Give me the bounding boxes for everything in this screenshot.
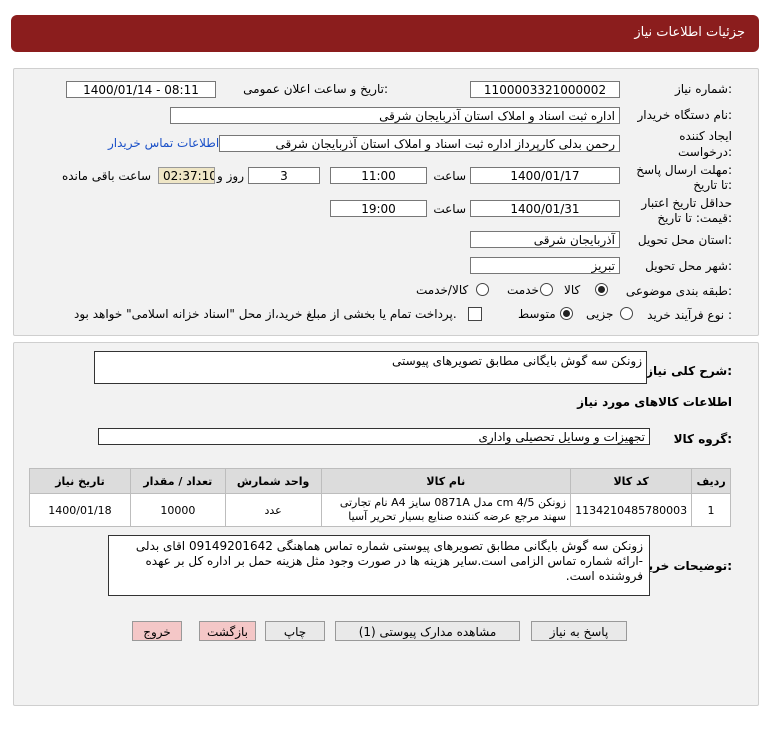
col-name: نام کالا [320,468,572,494]
cell-code: 1134210485780003 [570,493,693,527]
col-row: ردیف [691,468,731,494]
cell-unit: عدد [224,493,322,527]
province-field: آذربایجان شرقی [470,231,620,248]
back-button[interactable]: بازگشت [199,621,256,641]
validity-label-2: قیمت: تا تاریخ: [657,211,732,225]
category-radio-goods[interactable] [595,283,608,296]
category-label: طبقه بندی موضوعی: [625,284,732,298]
need-number-field: 1100003321000002 [470,81,620,98]
process-option-medium: متوسط [518,307,556,321]
deadline-date-field: 1400/01/17 [470,167,620,184]
col-date: تاریخ نیاز [29,468,131,494]
validity-label-1: حداقل تاریخ اعتبار [641,196,732,210]
buyer-org-label: نام دستگاه خریدار: [637,108,733,122]
process-option-minor: جزیی [586,307,614,321]
category-option-goods-service: کالا/خدمت [416,283,469,297]
col-unit: واحد شمارش [224,468,322,494]
page-header: جزئیات اطلاعات نیاز [11,15,759,52]
creator-label-1: ایجاد کننده [679,129,732,143]
goods-section-title: اطلاعات کالاهای مورد نیاز [577,395,732,409]
treasury-checkbox[interactable] [468,307,482,321]
deadline-time-field: 11:00 [330,167,427,184]
col-qty: تعداد / مقدار [129,468,226,494]
goods-group-label: گروه کالا: [673,432,732,446]
remaining-time-field: 02:37:10 [158,167,215,184]
creator-field: رحمن بدلی کارپرداز اداره ثبت اسناد و امل… [219,135,620,152]
process-label: نوع فرآیند خرید : [647,308,732,322]
process-radio-minor[interactable] [620,307,633,320]
cell-row: 1 [691,493,731,527]
province-label: استان محل تحویل: [637,233,732,247]
cell-date: 1400/01/18 [29,493,131,527]
validity-time-label: ساعت [433,202,466,216]
deadline-time-label: ساعت [433,169,466,183]
category-option-service: خدمت [507,283,539,297]
remaining-label: ساعت باقی مانده [61,169,151,183]
goods-group-field: تجهیزات و وسایل تحصیلی واداری [98,428,650,445]
buyer-notes-field: زونکن سه گوش بایگانی مطابق تصویرهای پیوس… [108,535,650,596]
announce-label: تاریخ و ساعت اعلان عمومی: [243,82,388,96]
deadline-label-2: تا تاریخ: [693,178,732,192]
reply-button[interactable]: پاسخ به نیاز [531,621,627,641]
days-field: 3 [248,167,320,184]
summary-field: زونکن سه گوش بایگانی مطابق تصویرهای پیوس… [94,351,647,384]
goods-table: ردیف کد کالا نام کالا واحد شمارش تعداد /… [29,468,731,527]
announce-field: 1400/01/14 - 08:11 [66,81,216,98]
cell-qty: 10000 [129,493,226,527]
col-code: کد کالا [570,468,693,494]
print-button[interactable]: چاپ [265,621,325,641]
category-radio-goods-service[interactable] [476,283,489,296]
creator-label-2: درخواست: [678,145,732,159]
cell-name: زونکن 4/5 cm مدل 0871A سایز A4 نام تجارت… [320,493,572,527]
need-number-label: شماره نیاز: [674,82,732,96]
city-field: تبریز [470,257,620,274]
buyer-org-field: اداره ثبت اسناد و املاک استان آذربایجان … [170,107,620,124]
summary-label: شرح کلی نیاز: [646,364,732,378]
table-row: 1 1134210485780003 زونکن 4/5 cm مدل 0871… [29,493,731,527]
view-attachments-button[interactable]: مشاهده مدارک پیوستی (1) [335,621,520,641]
category-radio-service[interactable] [540,283,553,296]
exit-button[interactable]: خروج [132,621,182,641]
days-label: روز و [217,169,244,183]
buyer-contact-link[interactable]: اطلاعات تماس خریدار [108,136,219,150]
validity-time-field: 19:00 [330,200,427,217]
page-title: جزئیات اطلاعات نیاز [634,25,745,40]
deadline-label-1: مهلت ارسال پاسخ: [636,163,732,177]
validity-date-field: 1400/01/31 [470,200,620,217]
city-label: شهر محل تحویل: [645,259,732,273]
process-radio-medium[interactable] [560,307,573,320]
category-option-goods: کالا [564,283,581,297]
payment-note: پرداخت تمام یا بخشی از مبلغ خرید،از محل … [74,307,457,321]
